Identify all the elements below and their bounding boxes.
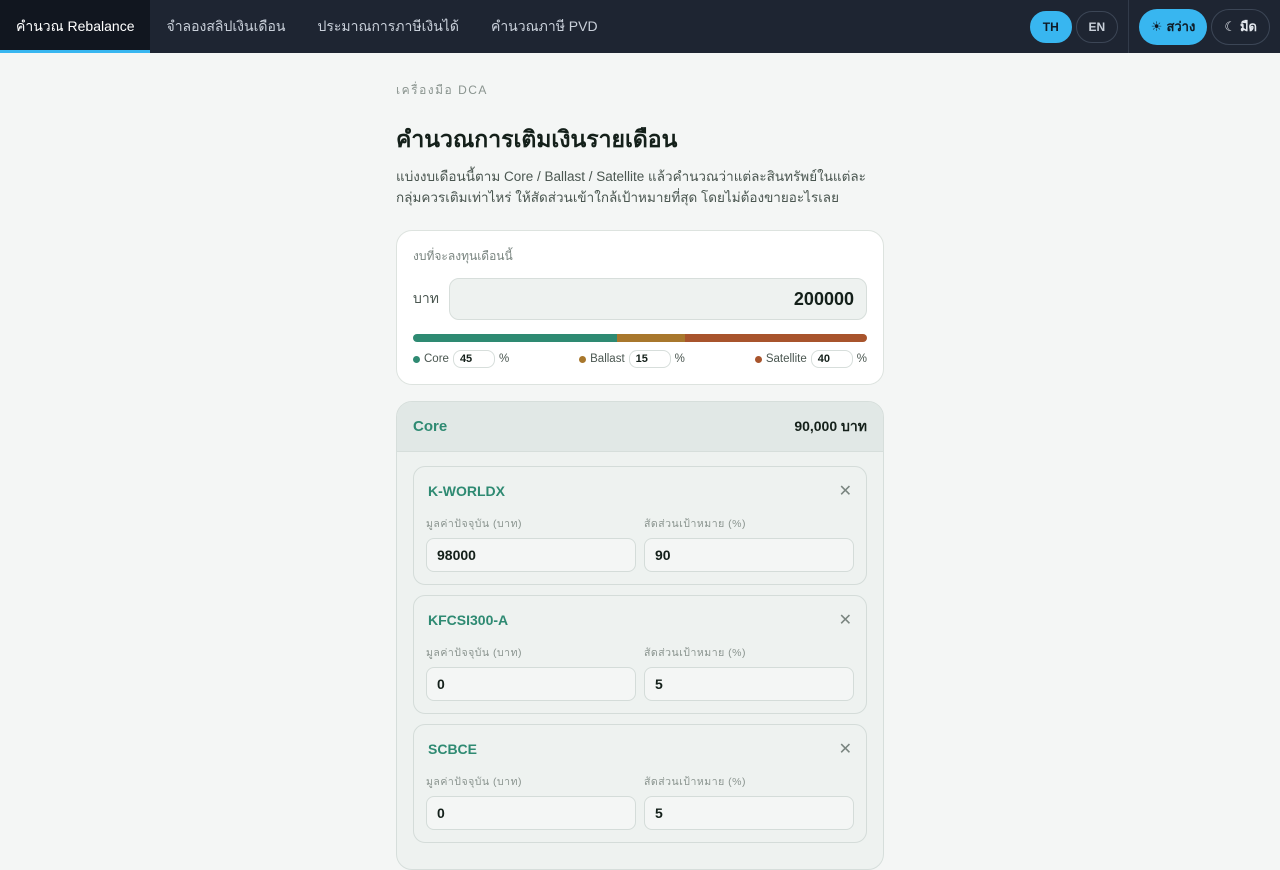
ballast-percent-input[interactable]: 15 [628,350,671,368]
close-icon[interactable]: ✕ [839,481,852,501]
budget-label: งบที่จะลงทุนเดือนนี้ [413,249,513,263]
group-total: 90,000 บาท [794,417,867,434]
group-body: K-WORLDX ✕ มูลค่าปัจจุบัน (บาท) 98000 สั… [397,452,883,869]
percent-sign: % [674,353,685,365]
legend-label-core: Core [424,353,449,365]
fund-card: K-WORLDX ✕ มูลค่าปัจจุบัน (บาท) 98000 สั… [413,466,867,585]
close-icon[interactable]: ✕ [839,739,852,759]
fund-name: K-WORLDX [428,483,505,499]
page-description: แบ่งงบเดือนนี้ตาม Core / Ballast / Satel… [396,169,866,205]
allocation-segment-ballast [617,334,686,342]
close-icon[interactable]: ✕ [839,610,852,630]
nav-controls: TH EN ☀ สว่าง ☾ มืด [1029,0,1280,53]
nav-divider [1127,0,1129,53]
budget-card: งบที่จะลงทุนเดือนนี้ บาท 200000 Core 45 … [396,230,884,385]
lang-th-button[interactable]: TH [1029,10,1072,43]
fund-card: KFCSI300-A ✕ มูลค่าปัจจุบัน (บาท) 0 สัดส… [413,595,867,714]
allocation-legend: Core 45 % Ballast 15 % Satellite 40 % [413,350,867,368]
top-nav: คำนวณ Rebalance จำลองสลิปเงินเดือน ประมา… [0,0,1280,53]
legend-dot-satellite [754,355,762,363]
legend-ballast: Ballast 15 % [579,350,685,368]
fund-card: SCBCE ✕ มูลค่าปัจจุบัน (บาท) 0 สัดส่วนเป… [413,724,867,843]
current-value-label: มูลค่าปัจจุบัน (บาท) [426,518,522,530]
allocation-segment-satellite [685,334,867,342]
allocation-segment-core [413,334,618,342]
legend-label-satellite: Satellite [765,353,807,365]
sun-icon: ☀ [1150,18,1163,34]
target-percent-label: สัดส่วนเป้าหมาย (%) [644,776,746,788]
page-eyebrow: เครื่องมือ DCA [396,83,488,97]
target-percent-input[interactable]: 90 [644,538,854,572]
budget-unit: บาท [413,290,439,306]
fund-name: SCBCE [428,741,478,757]
budget-input[interactable]: 200000 [448,278,867,320]
legend-dot-ballast [579,355,587,363]
legend-satellite: Satellite 40 % [754,350,867,368]
percent-sign: % [498,353,510,365]
fund-name: KFCSI300-A [428,612,509,628]
target-percent-label: สัดส่วนเป้าหมาย (%) [644,647,746,659]
percent-sign: % [856,353,867,365]
target-percent-input[interactable]: 5 [644,667,854,701]
theme-dark-button[interactable]: ☾ มืด [1211,8,1270,45]
legend-core: Core 45 % [413,350,509,368]
theme-light-label: สว่าง [1166,19,1196,34]
tab-salary-slip[interactable]: จำลองสลิปเงินเดือน [150,0,301,53]
current-value-label: มูลค่าปัจจุบัน (บาท) [426,776,522,788]
group-header: Core 90,000 บาท [397,402,883,452]
theme-light-button[interactable]: ☀ สว่าง [1138,8,1208,45]
core-percent-input[interactable]: 45 [452,350,495,368]
satellite-percent-input[interactable]: 40 [810,350,853,368]
allocation-bar [413,334,867,342]
current-value-input[interactable]: 0 [426,796,636,830]
target-percent-input[interactable]: 5 [644,796,854,830]
tab-rebalance[interactable]: คำนวณ Rebalance [0,0,151,53]
legend-dot-core [413,355,420,363]
lang-en-button[interactable]: EN [1075,10,1118,43]
group-name: Core [413,418,448,435]
current-value-label: มูลค่าปัจจุบัน (บาท) [426,647,522,659]
theme-dark-label: มืด [1239,19,1257,34]
page-title: คำนวณการเติมเงินรายเดือน [396,126,678,152]
current-value-input[interactable]: 98000 [426,538,636,572]
main-content: เครื่องมือ DCA คำนวณการเติมเงินรายเดือน … [396,53,884,870]
current-value-input[interactable]: 0 [426,667,636,701]
tab-pvd-tax[interactable]: คำนวณภาษี PVD [475,0,614,53]
tab-income-tax[interactable]: ประมาณการภาษีเงินได้ [301,0,475,53]
legend-label-ballast: Ballast [590,353,625,365]
target-percent-label: สัดส่วนเป้าหมาย (%) [644,518,746,530]
moon-icon: ☾ [1224,18,1236,34]
